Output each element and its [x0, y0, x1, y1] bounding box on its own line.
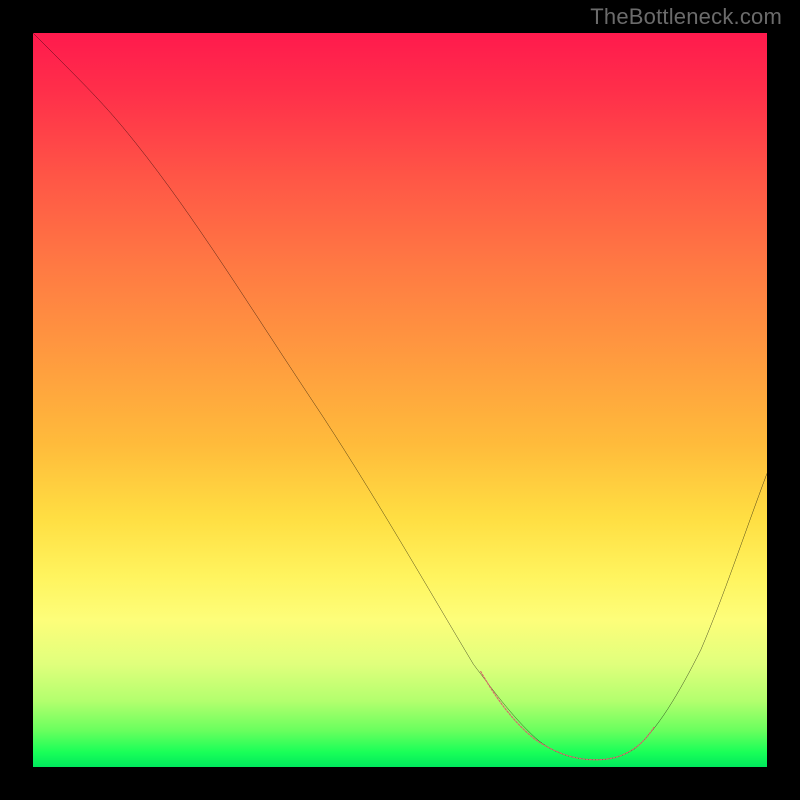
background-gradient: [33, 33, 767, 767]
chart-frame: TheBottleneck.com: [0, 0, 800, 800]
plot-area: [33, 33, 767, 767]
watermark-text: TheBottleneck.com: [590, 4, 782, 30]
